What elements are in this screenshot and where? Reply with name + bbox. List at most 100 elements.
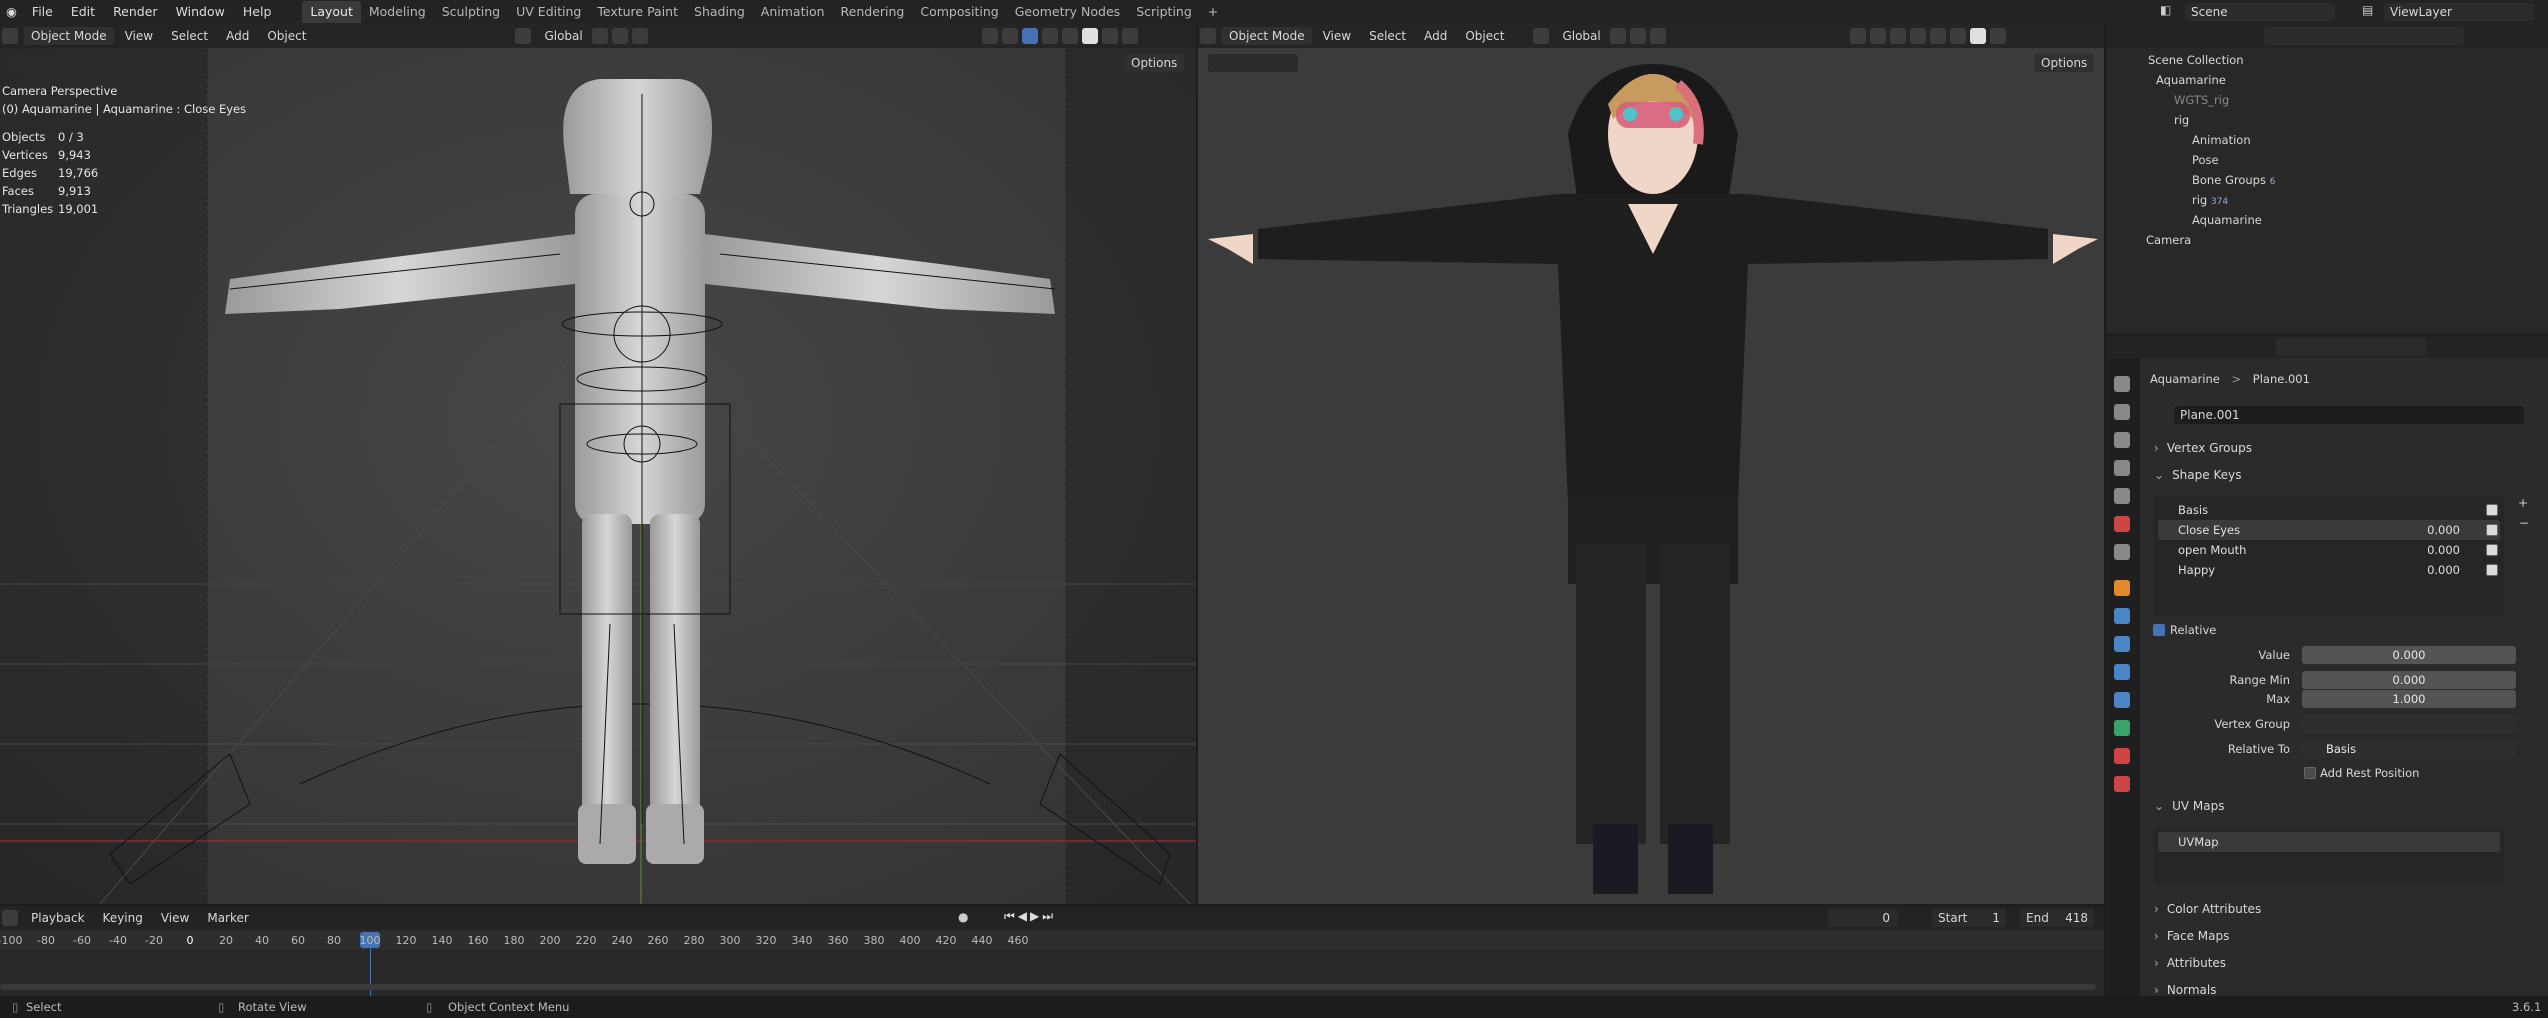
add-menu[interactable]: Add xyxy=(219,27,256,45)
editor-type-icon[interactable] xyxy=(2,28,18,44)
current-frame-field[interactable]: 0 xyxy=(1828,909,1898,927)
workspace-tab-geometry-nodes[interactable]: Geometry Nodes xyxy=(1007,1,1128,23)
particles-tab-icon[interactable] xyxy=(2114,636,2130,652)
scene-tab-icon[interactable] xyxy=(2114,488,2130,504)
xray-icon[interactable] xyxy=(1909,28,1926,44)
shape-key-mute-checkbox[interactable] xyxy=(2486,564,2498,576)
shape-key-mute-checkbox[interactable] xyxy=(2486,504,2498,516)
outliner-row[interactable]: Aquamarine xyxy=(2192,210,2262,230)
section-color-attributes[interactable]: Color Attributes xyxy=(2144,898,2534,920)
view-menu[interactable]: View xyxy=(118,27,160,45)
orientation-dropdown[interactable]: Global xyxy=(537,27,589,45)
blender-logo-icon[interactable]: ◉ xyxy=(0,0,23,24)
material-tab-icon[interactable] xyxy=(2114,748,2130,764)
marker-menu[interactable]: Marker xyxy=(200,909,255,927)
workspace-tab-uv-editing[interactable]: UV Editing xyxy=(508,1,589,23)
playback-menu[interactable]: Playback xyxy=(24,909,92,927)
object-menu[interactable]: Object xyxy=(1458,27,1511,45)
shading-material-icon[interactable] xyxy=(1101,28,1118,44)
visibility-icon[interactable] xyxy=(981,28,998,44)
visibility-icon[interactable] xyxy=(1849,28,1866,44)
workspace-tab-texture-paint[interactable]: Texture Paint xyxy=(589,1,686,23)
viewport-right[interactable]: Object Mode View Select Add Object Globa… xyxy=(1198,24,2104,904)
uv-map-row[interactable]: UVMap xyxy=(2158,832,2500,852)
value-field[interactable]: 0.000 xyxy=(2302,646,2516,664)
add-workspace-button[interactable]: + xyxy=(1200,1,1226,23)
outliner-scene-collection[interactable]: Scene Collection xyxy=(2148,50,2244,70)
section-uv-maps[interactable]: UV Maps xyxy=(2144,795,2534,817)
timeline-view-menu[interactable]: View xyxy=(154,909,196,927)
texture-tab-icon[interactable] xyxy=(2114,776,2130,792)
outliner-row[interactable]: rig xyxy=(2174,110,2189,130)
start-frame-field[interactable]: Start 1 xyxy=(1932,909,2006,927)
view-layer-selector[interactable]: ViewLayer xyxy=(2384,3,2534,21)
outliner-row[interactable]: WGTS_rig xyxy=(2174,90,2229,110)
snap-icon[interactable] xyxy=(1629,28,1646,44)
shape-key-mute-checkbox[interactable] xyxy=(2486,524,2498,536)
relative-checkbox[interactable] xyxy=(2153,624,2165,636)
add-menu[interactable]: Add xyxy=(1417,27,1454,45)
render-tab-icon[interactable] xyxy=(2114,404,2130,420)
section-attributes[interactable]: Attributes xyxy=(2144,952,2534,974)
workspace-tab-sculpting[interactable]: Sculpting xyxy=(434,1,508,23)
workspace-tab-compositing[interactable]: Compositing xyxy=(912,1,1006,23)
editor-type-icon[interactable] xyxy=(2,910,18,926)
select-box-icons[interactable] xyxy=(1208,54,1298,72)
world-tab-icon[interactable] xyxy=(2114,516,2130,532)
viewport-left[interactable]: Object Mode View Select Add Object Globa… xyxy=(0,24,1196,904)
menu-render[interactable]: Render xyxy=(104,0,167,24)
vertex-group-field[interactable] xyxy=(2302,715,2516,733)
menu-edit[interactable]: Edit xyxy=(62,0,104,24)
shape-key-row[interactable]: Happy 0.000 xyxy=(2158,560,2500,580)
menu-file[interactable]: File xyxy=(23,0,62,24)
add-shape-key-icon[interactable]: + xyxy=(2518,496,2528,510)
section-face-maps[interactable]: Face Maps xyxy=(2144,925,2534,947)
editor-type-icon[interactable] xyxy=(1200,28,1216,44)
relative-to-field[interactable]: Basis xyxy=(2302,740,2516,758)
outliner-search[interactable] xyxy=(2264,27,2464,45)
section-vertex-groups[interactable]: Vertex Groups xyxy=(2144,437,2534,459)
data-tab-icon[interactable] xyxy=(2114,720,2130,736)
shading-rendered-icon[interactable] xyxy=(1989,28,2006,44)
shading-solid-icon[interactable] xyxy=(1081,28,1098,44)
view-layer-icon[interactable]: ▤ xyxy=(2362,3,2373,17)
select-menu[interactable]: Select xyxy=(1362,27,1413,45)
keying-menu[interactable]: Keying xyxy=(96,909,150,927)
object-mode-dropdown[interactable]: Object Mode xyxy=(24,27,114,45)
shading-wireframe-icon[interactable] xyxy=(1061,28,1078,44)
workspace-tab-rendering[interactable]: Rendering xyxy=(833,1,913,23)
pivot-icon[interactable] xyxy=(591,28,608,44)
collection-tab-icon[interactable] xyxy=(2114,544,2130,560)
shading-solid-icon[interactable] xyxy=(1949,28,1966,44)
properties-search[interactable] xyxy=(2276,338,2426,356)
workspace-tab-scripting[interactable]: Scripting xyxy=(1128,1,1200,23)
proportional-edit-icon[interactable] xyxy=(1649,28,1666,44)
object-mode-dropdown[interactable]: Object Mode xyxy=(1222,27,1312,45)
section-shape-keys[interactable]: Shape Keys xyxy=(2144,464,2534,486)
max-field[interactable]: 1.000 xyxy=(2302,690,2516,708)
transform-orientation-icon[interactable] xyxy=(515,28,532,44)
mesh-name-field[interactable]: Plane.001 xyxy=(2174,406,2524,424)
shading-rendered-icon[interactable] xyxy=(1121,28,1138,44)
proportional-edit-icon[interactable] xyxy=(631,28,648,44)
physics-tab-icon[interactable] xyxy=(2114,664,2130,680)
timeline-ruler[interactable] xyxy=(0,930,2104,950)
shape-key-row[interactable]: open Mouth 0.000 xyxy=(2158,540,2500,560)
scene-selector[interactable]: Scene xyxy=(2185,3,2335,21)
shading-wireframe-icon[interactable] xyxy=(1929,28,1946,44)
outliner-row[interactable]: Animation xyxy=(2192,130,2251,150)
outliner-row[interactable]: rig 374 xyxy=(2192,190,2228,210)
record-icon[interactable]: ● xyxy=(958,910,968,924)
transform-orientation-icon[interactable] xyxy=(1533,28,1550,44)
pivot-icon[interactable] xyxy=(1609,28,1626,44)
outliner-row[interactable]: Aquamarine xyxy=(2156,70,2226,90)
workspace-tab-layout[interactable]: Layout xyxy=(302,1,361,23)
snap-icon[interactable] xyxy=(611,28,628,44)
workspace-tab-modeling[interactable]: Modeling xyxy=(361,1,434,23)
timeline-scrollbar[interactable] xyxy=(0,984,2096,990)
overlay-icon[interactable] xyxy=(1021,28,1038,44)
overlay-icon[interactable] xyxy=(1889,28,1906,44)
object-menu[interactable]: Object xyxy=(260,27,313,45)
object-tab-icon[interactable] xyxy=(2114,580,2130,596)
modifier-tab-icon[interactable] xyxy=(2114,608,2130,624)
